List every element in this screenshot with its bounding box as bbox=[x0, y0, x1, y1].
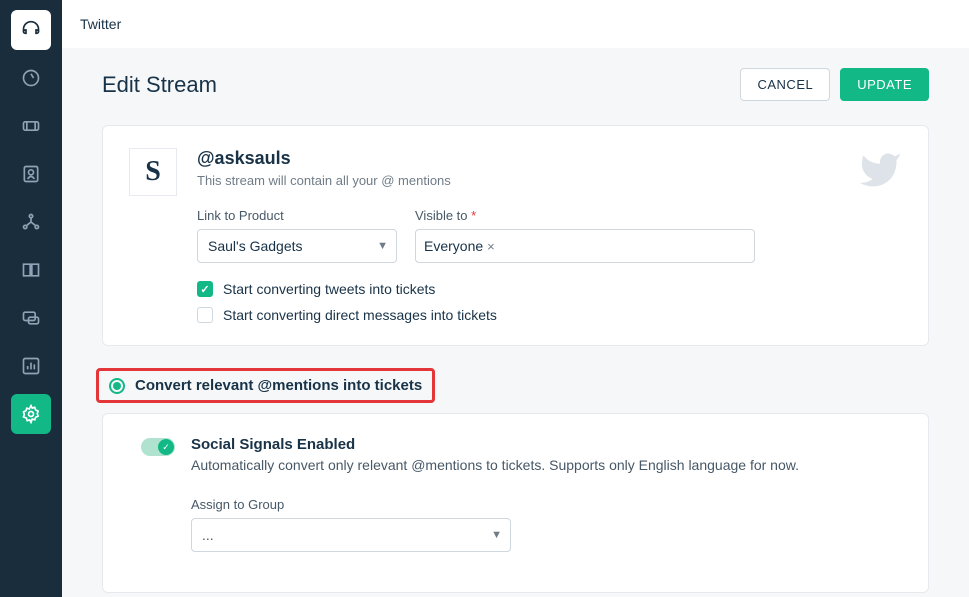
link-to-product-value: Saul's Gadgets bbox=[208, 238, 303, 254]
social-signals-card: ✓ Social Signals Enabled Automatically c… bbox=[102, 413, 929, 593]
convert-relevant-radio[interactable] bbox=[109, 378, 125, 394]
topbar-title: Twitter bbox=[80, 16, 121, 32]
form-row: Link to Product Saul's Gadgets ▼ Visible… bbox=[197, 208, 902, 263]
checkbox-list: Start converting tweets into tickets Sta… bbox=[197, 281, 902, 323]
convert-relevant-label: Convert relevant @mentions into tickets bbox=[135, 377, 422, 394]
social-signals-toggle[interactable]: ✓ bbox=[141, 438, 175, 456]
convert-dm-checkbox[interactable] bbox=[197, 307, 213, 323]
account-row: S @asksauls This stream will contain all… bbox=[129, 148, 902, 323]
sidebar bbox=[0, 0, 62, 597]
assign-group-label: Assign to Group bbox=[191, 497, 902, 512]
assign-group-value: ... bbox=[202, 527, 214, 543]
link-to-product-select[interactable]: Saul's Gadgets ▼ bbox=[197, 229, 397, 263]
required-asterisk: * bbox=[471, 208, 476, 223]
convert-tweets-label: Start converting tweets into tickets bbox=[223, 281, 435, 297]
chevron-down-icon: ▼ bbox=[377, 240, 388, 252]
nav-ticket-icon[interactable] bbox=[11, 106, 51, 146]
chevron-down-icon: ▼ bbox=[491, 529, 502, 541]
avatar: S bbox=[129, 148, 177, 196]
topbar: Twitter bbox=[62, 0, 969, 48]
convert-tweets-checkbox[interactable] bbox=[197, 281, 213, 297]
update-button[interactable]: UPDATE bbox=[840, 68, 929, 101]
nav-settings-icon[interactable] bbox=[11, 394, 51, 434]
account-handle: @asksauls bbox=[197, 148, 902, 169]
visible-to-input[interactable]: Everyone × bbox=[415, 229, 755, 263]
assign-group-select[interactable]: ... ▼ bbox=[191, 518, 511, 552]
visible-to-tag: Everyone × bbox=[424, 238, 495, 254]
nav-chat-icon[interactable] bbox=[11, 298, 51, 338]
page-title: Edit Stream bbox=[102, 72, 217, 98]
remove-tag-icon[interactable]: × bbox=[487, 239, 495, 254]
social-signals-desc: Automatically convert only relevant @men… bbox=[191, 457, 902, 473]
nav-dashboard-icon[interactable] bbox=[11, 58, 51, 98]
convert-relevant-section: Convert relevant @mentions into tickets bbox=[96, 368, 435, 403]
nav-headset-icon[interactable] bbox=[11, 10, 51, 50]
stream-card: S @asksauls This stream will contain all… bbox=[102, 125, 929, 346]
convert-dm-label: Start converting direct messages into ti… bbox=[223, 307, 497, 323]
social-signals-title: Social Signals Enabled bbox=[191, 436, 902, 453]
nav-contact-icon[interactable] bbox=[11, 154, 51, 194]
account-desc: This stream will contain all your @ ment… bbox=[197, 173, 902, 188]
toggle-check-icon: ✓ bbox=[158, 439, 174, 455]
nav-book-icon[interactable] bbox=[11, 250, 51, 290]
cancel-button[interactable]: CANCEL bbox=[740, 68, 830, 101]
link-to-product-label: Link to Product bbox=[197, 208, 397, 223]
nav-analytics-icon[interactable] bbox=[11, 346, 51, 386]
visible-to-label: Visible to * bbox=[415, 208, 755, 223]
twitter-icon bbox=[858, 148, 902, 197]
main: Twitter Edit Stream CANCEL UPDATE S @ask… bbox=[62, 0, 969, 597]
header-row: Edit Stream CANCEL UPDATE bbox=[102, 68, 929, 101]
content: Edit Stream CANCEL UPDATE S @asksauls Th… bbox=[62, 48, 969, 597]
nav-network-icon[interactable] bbox=[11, 202, 51, 242]
